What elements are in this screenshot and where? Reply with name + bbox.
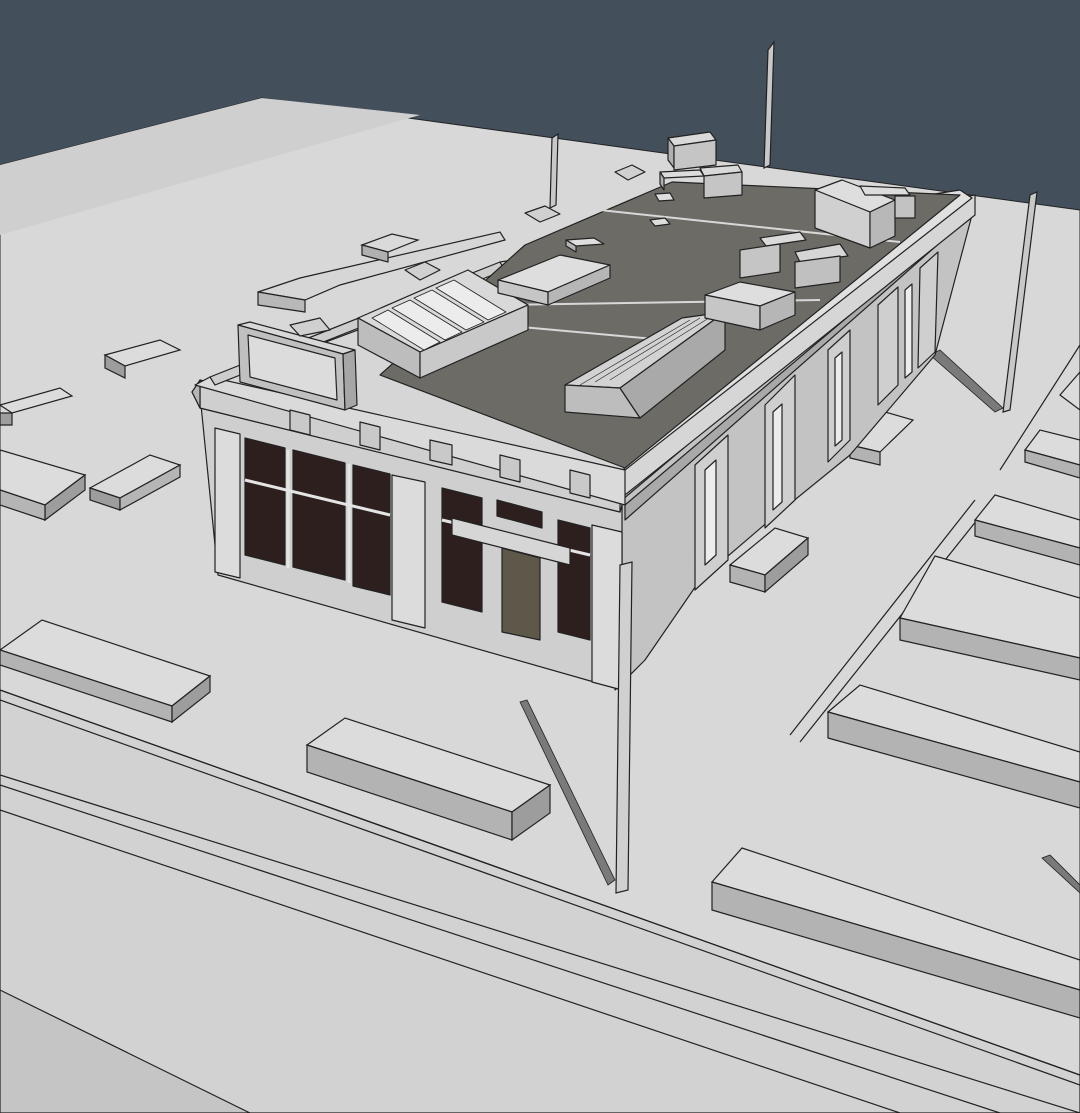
hvac-unit <box>699 164 743 199</box>
hvac-unit <box>667 131 717 171</box>
viewport-canvas[interactable] <box>0 0 1080 1113</box>
entrance-door[interactable] <box>501 547 541 641</box>
